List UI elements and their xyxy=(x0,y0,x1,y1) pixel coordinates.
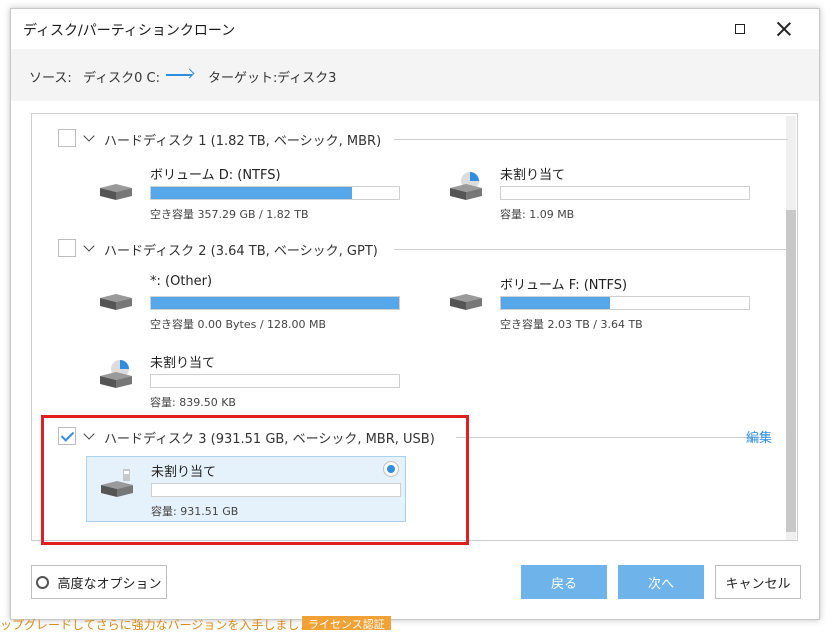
chevron-down-icon[interactable] xyxy=(83,130,95,142)
disk-1-label: ハードディスク 1 (1.82 TB, ベーシック, MBR) xyxy=(104,134,382,149)
close-icon xyxy=(777,22,791,36)
partition-unallocated-3[interactable]: 未割り当て 容量: 931.51 GB xyxy=(86,456,406,522)
chevron-down-icon[interactable] xyxy=(83,428,95,440)
usage-bar xyxy=(151,483,401,497)
target-value: ディスク3 xyxy=(277,71,337,86)
usb-drive-icon xyxy=(101,469,133,497)
disk-2-header[interactable]: ハードディスク 2 (3.64 TB, ベーシック, GPT) xyxy=(58,239,788,259)
upgrade-promo-text: ップグレードしてさらに強力なバージョンを入手しましょう。 xyxy=(0,618,335,630)
close-button[interactable] xyxy=(767,15,801,43)
partition-info: 空き容量 0.00 Bytes / 128.00 MB xyxy=(150,318,327,331)
partition-info: 空き容量 2.03 TB / 3.64 TB xyxy=(500,318,643,331)
usage-bar xyxy=(500,296,750,310)
partition-d[interactable]: ボリューム D: (NTFS) 空き容量 357.29 GB / 1.82 TB xyxy=(86,160,406,226)
usage-bar xyxy=(150,374,400,388)
hdd-icon xyxy=(100,184,132,200)
hdd-icon xyxy=(450,294,482,310)
partition-f[interactable]: ボリューム F: (NTFS) 空き容量 2.03 TB / 3.64 TB xyxy=(436,270,756,336)
divider xyxy=(456,437,764,438)
disk-3-checkbox[interactable] xyxy=(58,427,76,445)
maximize-button[interactable] xyxy=(723,15,757,43)
next-button[interactable]: 次へ xyxy=(618,565,704,599)
disk-1-header[interactable]: ハードディスク 1 (1.82 TB, ベーシック, MBR) xyxy=(58,129,788,149)
edit-link[interactable]: 編集 xyxy=(746,427,772,446)
maximize-icon xyxy=(735,24,745,34)
divider xyxy=(394,249,788,250)
partition-name: 未割り当て xyxy=(150,356,216,371)
title-bar: ディスク/パーティションクローン xyxy=(11,9,819,49)
partition-radio[interactable] xyxy=(383,461,399,477)
partition-name: *: (Other) xyxy=(150,274,213,289)
clone-dialog: ディスク/パーティションクローン ソース: ディスク0 C: ターゲット: ディ… xyxy=(10,8,820,620)
partition-info: 容量: 1.09 MB xyxy=(500,208,575,221)
license-activation-button[interactable]: ライセンス認証 xyxy=(302,616,391,631)
advanced-options-label: 高度なオプション xyxy=(57,576,162,592)
cancel-button[interactable]: キャンセル xyxy=(715,565,801,599)
disk-2-checkbox[interactable] xyxy=(58,239,76,257)
partition-other[interactable]: *: (Other) 空き容量 0.00 Bytes / 128.00 MB xyxy=(86,270,406,336)
source-target-bar: ソース: ディスク0 C: ターゲット: ディスク3 xyxy=(11,49,819,101)
back-button[interactable]: 戻る xyxy=(521,565,607,599)
usage-bar xyxy=(150,186,400,200)
window-title: ディスク/パーティションクローン xyxy=(23,23,236,39)
checkmark-icon xyxy=(60,428,75,442)
usage-bar xyxy=(150,296,400,310)
disk-3-header[interactable]: ハードディスク 3 (931.51 GB, ベーシック, MBR, USB) 編… xyxy=(58,427,788,447)
partition-name: 未割り当て xyxy=(500,168,566,183)
disk-3-label: ハードディスク 3 (931.51 GB, ベーシック, MBR, USB) xyxy=(104,432,435,447)
disk-list-panel: ハードディスク 1 (1.82 TB, ベーシック, MBR) ボリューム D:… xyxy=(31,113,798,541)
scrollbar-thumb[interactable] xyxy=(786,210,796,532)
usage-bar xyxy=(500,186,750,200)
target-label: ターゲット: xyxy=(208,71,278,86)
partition-unallocated-1[interactable]: 未割り当て 容量: 1.09 MB xyxy=(436,160,756,226)
advanced-options-button[interactable]: 高度なオプション xyxy=(31,565,167,599)
partition-info: 空き容量 357.29 GB / 1.82 TB xyxy=(150,208,309,221)
disk-1-checkbox[interactable] xyxy=(58,129,76,147)
partition-info: 容量: 931.51 GB xyxy=(151,505,239,518)
dialog-footer: 高度なオプション 戻る 次へ キャンセル xyxy=(11,549,819,621)
partition-name: ボリューム D: (NTFS) xyxy=(150,168,281,183)
arrow-right-icon xyxy=(166,74,192,76)
source-value: ディスク0 C: xyxy=(83,71,160,86)
gear-icon xyxy=(36,575,50,589)
unallocated-pie-icon xyxy=(100,360,132,388)
partition-name: ボリューム F: (NTFS) xyxy=(500,278,628,293)
divider xyxy=(394,139,788,140)
source-label: ソース: xyxy=(29,71,72,86)
hdd-icon xyxy=(100,294,132,310)
disk-2-label: ハードディスク 2 (3.64 TB, ベーシック, GPT) xyxy=(104,244,378,259)
partition-info: 容量: 839.50 KB xyxy=(150,396,236,409)
partition-name: 未割り当て xyxy=(151,465,217,480)
unallocated-pie-icon xyxy=(450,172,482,200)
chevron-down-icon[interactable] xyxy=(83,240,95,252)
partition-unallocated-2[interactable]: 未割り当て 容量: 839.50 KB xyxy=(86,348,406,414)
